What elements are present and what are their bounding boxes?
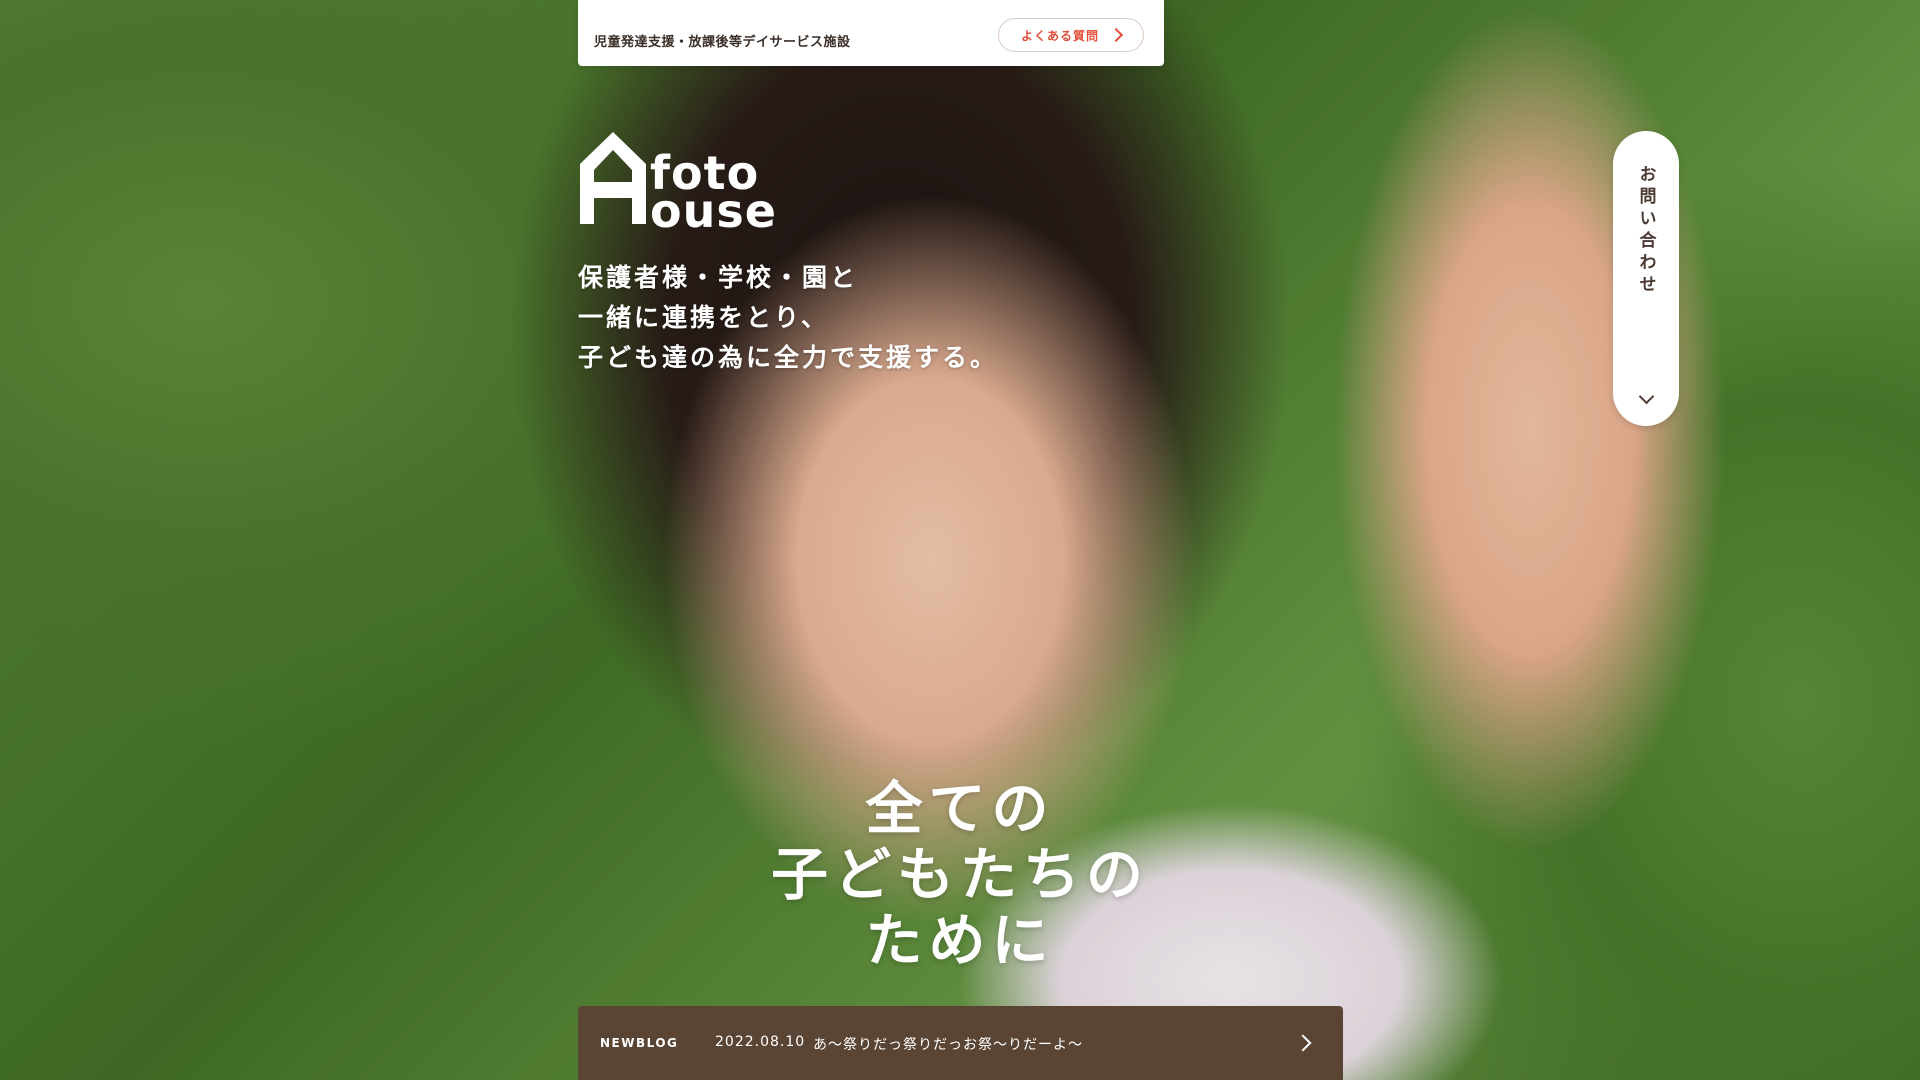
facility-type-label: 児童発達支援・放課後等デイサービス施設 xyxy=(594,35,851,50)
faq-button-label: よくある質問 xyxy=(1020,28,1099,43)
catchphrase-line: 全ての xyxy=(865,776,1055,842)
tagline-line: 子ども達の為に全力で支援する。 xyxy=(578,343,999,372)
chevron-down-icon xyxy=(1638,388,1655,405)
catchphrase-line: 子どもたちの xyxy=(771,842,1149,908)
tagline-line: 一緒に連携をとり、 xyxy=(578,303,830,332)
hero-section: 児童発達支援・放課後等デイサービス施設 よくある質問 foto ouse 保護者… xyxy=(0,0,1920,1080)
news-tag: NEWBLOG xyxy=(600,1036,679,1050)
news-date: 2022.08.10 xyxy=(715,1034,806,1050)
site-logo[interactable]: foto ouse xyxy=(578,130,778,234)
chevron-right-icon xyxy=(1108,27,1124,43)
chevron-right-icon[interactable] xyxy=(1294,1034,1312,1052)
main-catchphrase: 全ての 子どもたちの ために xyxy=(760,776,1160,974)
tagline: 保護者様・学校・園と 一緒に連携をとり、 子ども達の為に全力で支援する。 xyxy=(578,258,998,378)
top-header-bar: 児童発達支援・放課後等デイサービス施設 よくある質問 xyxy=(578,0,1164,66)
catchphrase-line: ために xyxy=(865,908,1055,974)
contact-button[interactable]: お問い合わせ xyxy=(1613,131,1679,426)
news-title[interactable]: あ〜祭りだっ祭りだっお祭〜りだーよ〜 xyxy=(813,1034,1083,1054)
logo-text-ouse: ouse xyxy=(650,184,777,238)
faq-button[interactable]: よくある質問 xyxy=(998,18,1144,52)
latest-blog-bar[interactable]: NEWBLOG 2022.08.10 あ〜祭りだっ祭りだっお祭〜りだーよ〜 xyxy=(578,1006,1343,1080)
tagline-line: 保護者様・学校・園と xyxy=(578,263,859,292)
contact-button-label: お問い合わせ xyxy=(1635,165,1656,297)
house-icon xyxy=(580,132,646,224)
